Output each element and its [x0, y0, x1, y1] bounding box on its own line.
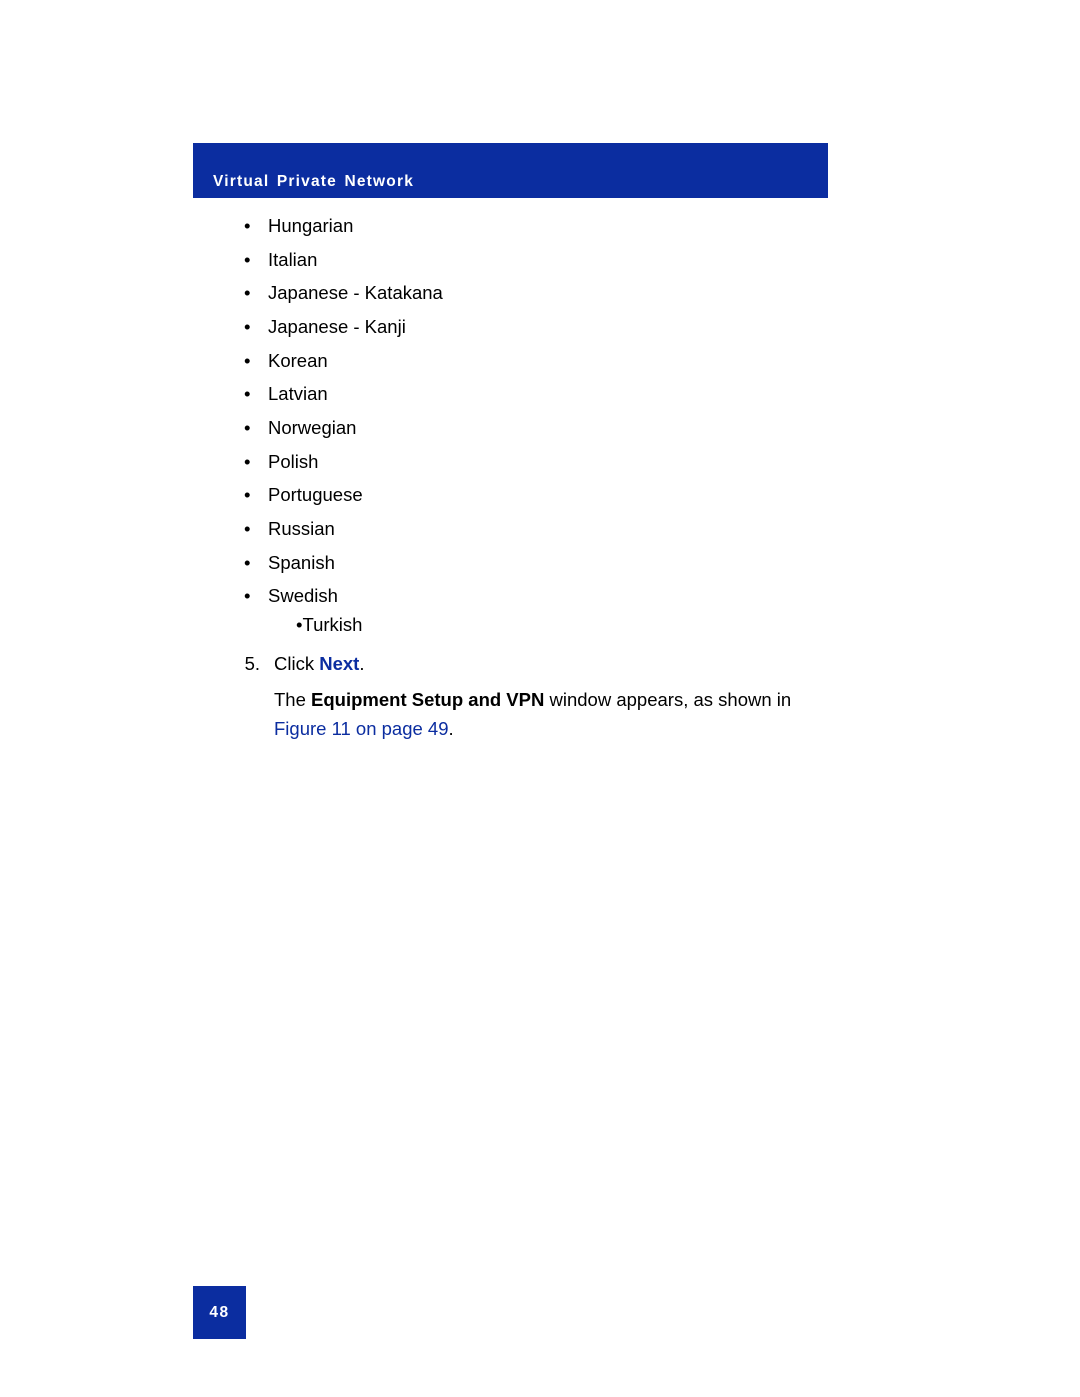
list-item: Polish	[240, 448, 830, 477]
step-result-paragraph: The Equipment Setup and VPN window appea…	[274, 686, 830, 743]
figure-cross-reference-link[interactable]: Figure 11 on page 49	[274, 718, 449, 739]
list-sub-item: •Turkish	[296, 611, 830, 640]
list-item-label: Polish	[268, 451, 318, 472]
section-header-bar: Virtual Private Network	[193, 143, 828, 198]
step-result-prefix: The	[274, 689, 311, 710]
page-content: Hungarian Italian Japanese - Katakana Ja…	[240, 212, 830, 744]
list-item: Swedish •Turkish	[240, 582, 830, 639]
step-action-prefix: Click	[274, 653, 319, 674]
list-item-label: Hungarian	[268, 215, 353, 236]
list-item-label: Latvian	[268, 383, 328, 404]
list-item: Norwegian	[240, 414, 830, 443]
step-row: 5. Click Next. The Equipment Setup and V…	[240, 650, 830, 744]
list-item: Russian	[240, 515, 830, 544]
list-item: Italian	[240, 246, 830, 275]
list-item-label: Russian	[268, 518, 335, 539]
list-item: Korean	[240, 347, 830, 376]
list-item-label: Spanish	[268, 552, 335, 573]
step-body: Click Next. The Equipment Setup and VPN …	[274, 650, 830, 744]
list-item: Portuguese	[240, 481, 830, 510]
list-item-label: Portuguese	[268, 484, 363, 505]
document-page: Virtual Private Network Hungarian Italia…	[0, 0, 1080, 1397]
step-result-mid: window appears, as shown in	[544, 689, 791, 710]
language-list: Hungarian Italian Japanese - Katakana Ja…	[240, 212, 830, 640]
list-item-label: Norwegian	[268, 417, 356, 438]
list-item-label: Korean	[268, 350, 328, 371]
step-result-bold: Equipment Setup and VPN	[311, 689, 544, 710]
section-header-title: Virtual Private Network	[213, 173, 414, 191]
list-item: Japanese - Katakana	[240, 279, 830, 308]
list-item: Spanish	[240, 549, 830, 578]
numbered-step: 5. Click Next. The Equipment Setup and V…	[240, 650, 830, 744]
list-item: Latvian	[240, 380, 830, 409]
list-item: Japanese - Kanji	[240, 313, 830, 342]
step-action-link: Next	[319, 653, 359, 674]
step-action-suffix: .	[359, 653, 364, 674]
step-number: 5.	[240, 650, 260, 744]
list-item-label: Italian	[268, 249, 317, 270]
list-item-label: Japanese - Katakana	[268, 282, 443, 303]
page-number: 48	[209, 1304, 229, 1322]
list-item-label: Swedish	[268, 585, 338, 606]
page-number-box: 48	[193, 1286, 246, 1339]
list-item: Hungarian	[240, 212, 830, 241]
list-item-label: Japanese - Kanji	[268, 316, 406, 337]
step-result-suffix: .	[449, 718, 454, 739]
